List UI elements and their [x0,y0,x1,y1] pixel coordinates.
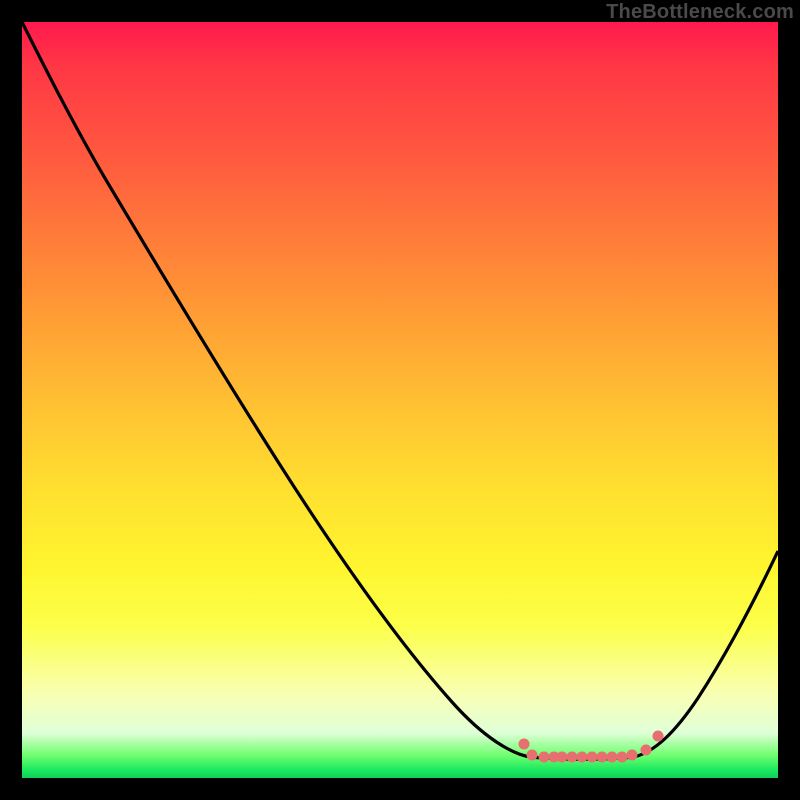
curve-group [22,22,778,759]
chart-frame [22,22,778,778]
curve-left [22,22,530,757]
chart-svg [22,22,778,778]
data-dot [557,752,568,763]
data-dot [627,750,638,761]
data-dot [539,752,550,763]
data-dot [527,750,538,761]
curve-right [634,551,778,757]
data-dot [577,752,588,763]
data-dot [617,752,628,763]
watermark-text: TheBottleneck.com [606,1,794,24]
dot-group [519,731,664,763]
data-dot [519,739,530,750]
plot-area [22,22,778,778]
data-dot [567,752,578,763]
data-dot [597,752,608,763]
data-dot [587,752,598,763]
data-dot [641,745,652,756]
data-dot [653,731,664,742]
data-dot [607,752,618,763]
